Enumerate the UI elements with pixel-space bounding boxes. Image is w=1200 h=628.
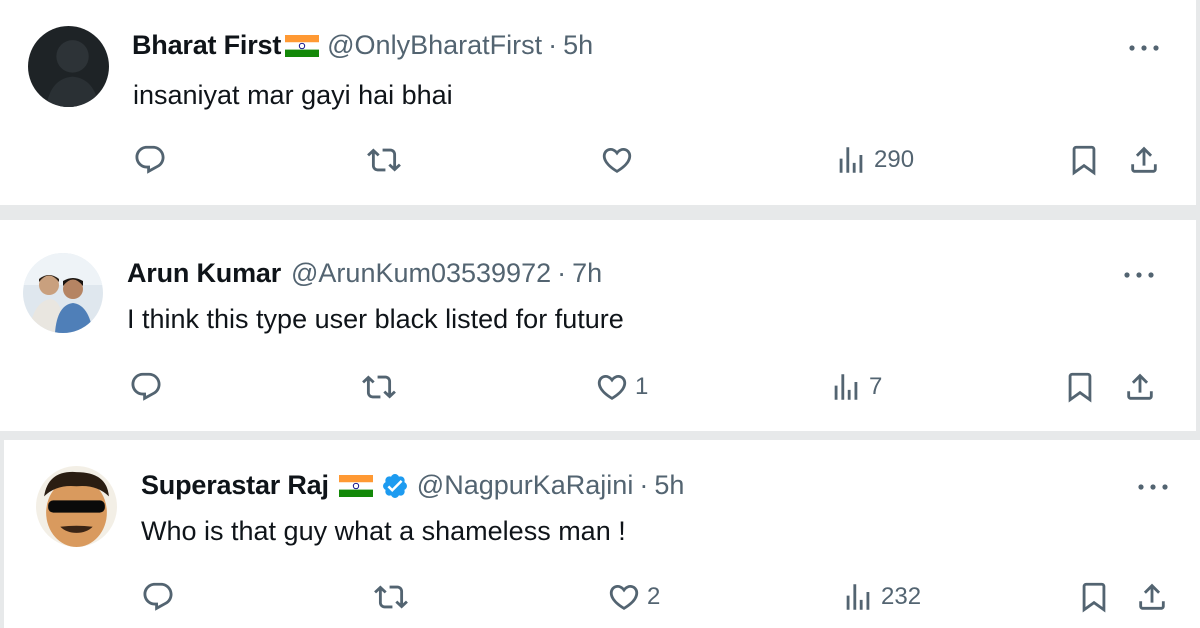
like-button[interactable]: [600, 143, 640, 177]
retweet-icon: [362, 370, 396, 404]
timestamp[interactable]: 5h: [563, 30, 593, 61]
views-count: 290: [874, 146, 915, 173]
reply-icon: [129, 370, 163, 404]
tweet-card[interactable]: Bharat First @OnlyBharatFirst · 5h insan…: [0, 0, 1196, 205]
reply-button[interactable]: [133, 143, 167, 177]
tweet-card[interactable]: Superastar Raj @NagpurKaRajini · 5h Who …: [4, 440, 1200, 628]
separator: ·: [639, 470, 649, 500]
user-handle[interactable]: @ArunKum03539972: [291, 258, 551, 289]
tweet-text: Who is that guy what a shameless man !: [141, 516, 626, 546]
share-icon: [1123, 370, 1157, 404]
more-icon[interactable]: [1122, 270, 1156, 280]
views-count: 7: [869, 373, 883, 400]
bookmark-button[interactable]: [1077, 580, 1111, 614]
views-button[interactable]: 290: [834, 143, 914, 177]
retweet-icon: [367, 143, 401, 177]
retweet-button[interactable]: [374, 580, 408, 614]
like-count: 1: [635, 373, 649, 400]
views-icon: [834, 143, 868, 177]
views-icon: [829, 370, 863, 404]
tweet-header: Arun Kumar @ArunKum03539972 · 7h: [127, 258, 602, 289]
reply-button[interactable]: [141, 580, 175, 614]
bookmark-button[interactable]: [1063, 370, 1097, 404]
views-button[interactable]: 7: [829, 370, 882, 404]
reply-icon: [141, 580, 175, 614]
verified-badge-icon[interactable]: [381, 472, 409, 500]
views-count: 232: [881, 583, 922, 610]
more-icon[interactable]: [1136, 482, 1170, 492]
timestamp[interactable]: 5h: [654, 470, 684, 501]
retweet-icon: [374, 580, 408, 614]
bookmark-button[interactable]: [1067, 143, 1101, 177]
user-handle[interactable]: @OnlyBharatFirst: [327, 30, 542, 61]
like-button[interactable]: 1: [595, 370, 648, 404]
like-button[interactable]: 2: [607, 580, 660, 614]
like-icon: [607, 580, 641, 614]
retweet-button[interactable]: [362, 370, 396, 404]
bookmark-icon: [1077, 580, 1111, 614]
display-name[interactable]: Superastar Raj: [141, 470, 329, 501]
user-handle[interactable]: @NagpurKaRajini: [417, 470, 634, 501]
avatar[interactable]: [23, 253, 103, 333]
tweet-text: I think this type user black listed for …: [127, 304, 624, 334]
india-flag-icon: [285, 34, 320, 57]
like-icon: [600, 143, 634, 177]
share-button[interactable]: [1127, 143, 1161, 177]
separator: ·: [548, 30, 558, 60]
share-button[interactable]: [1135, 580, 1169, 614]
share-button[interactable]: [1123, 370, 1157, 404]
tweet-header: Superastar Raj @NagpurKaRajini · 5h: [141, 470, 684, 501]
retweet-button[interactable]: [367, 143, 401, 177]
timestamp[interactable]: 7h: [572, 258, 602, 289]
tweet-header: Bharat First @OnlyBharatFirst · 5h: [132, 30, 593, 61]
more-icon[interactable]: [1127, 43, 1161, 53]
bookmark-icon: [1063, 370, 1097, 404]
bookmark-icon: [1067, 143, 1101, 177]
tweet-text: insaniyat mar gayi hai bhai: [133, 80, 453, 110]
avatar[interactable]: [36, 466, 117, 547]
share-icon: [1127, 143, 1161, 177]
views-button[interactable]: 232: [841, 580, 921, 614]
avatar[interactable]: [28, 26, 109, 107]
views-icon: [841, 580, 875, 614]
reply-button[interactable]: [129, 370, 163, 404]
tweet-card[interactable]: Arun Kumar @ArunKum03539972 · 7h I think…: [0, 220, 1196, 431]
like-icon: [595, 370, 629, 404]
separator: ·: [557, 258, 567, 288]
like-count: 2: [647, 583, 661, 610]
display-name[interactable]: Arun Kumar: [127, 258, 281, 289]
share-icon: [1135, 580, 1169, 614]
display-name[interactable]: Bharat First: [132, 30, 281, 61]
reply-icon: [133, 143, 167, 177]
india-flag-icon: [338, 474, 373, 497]
